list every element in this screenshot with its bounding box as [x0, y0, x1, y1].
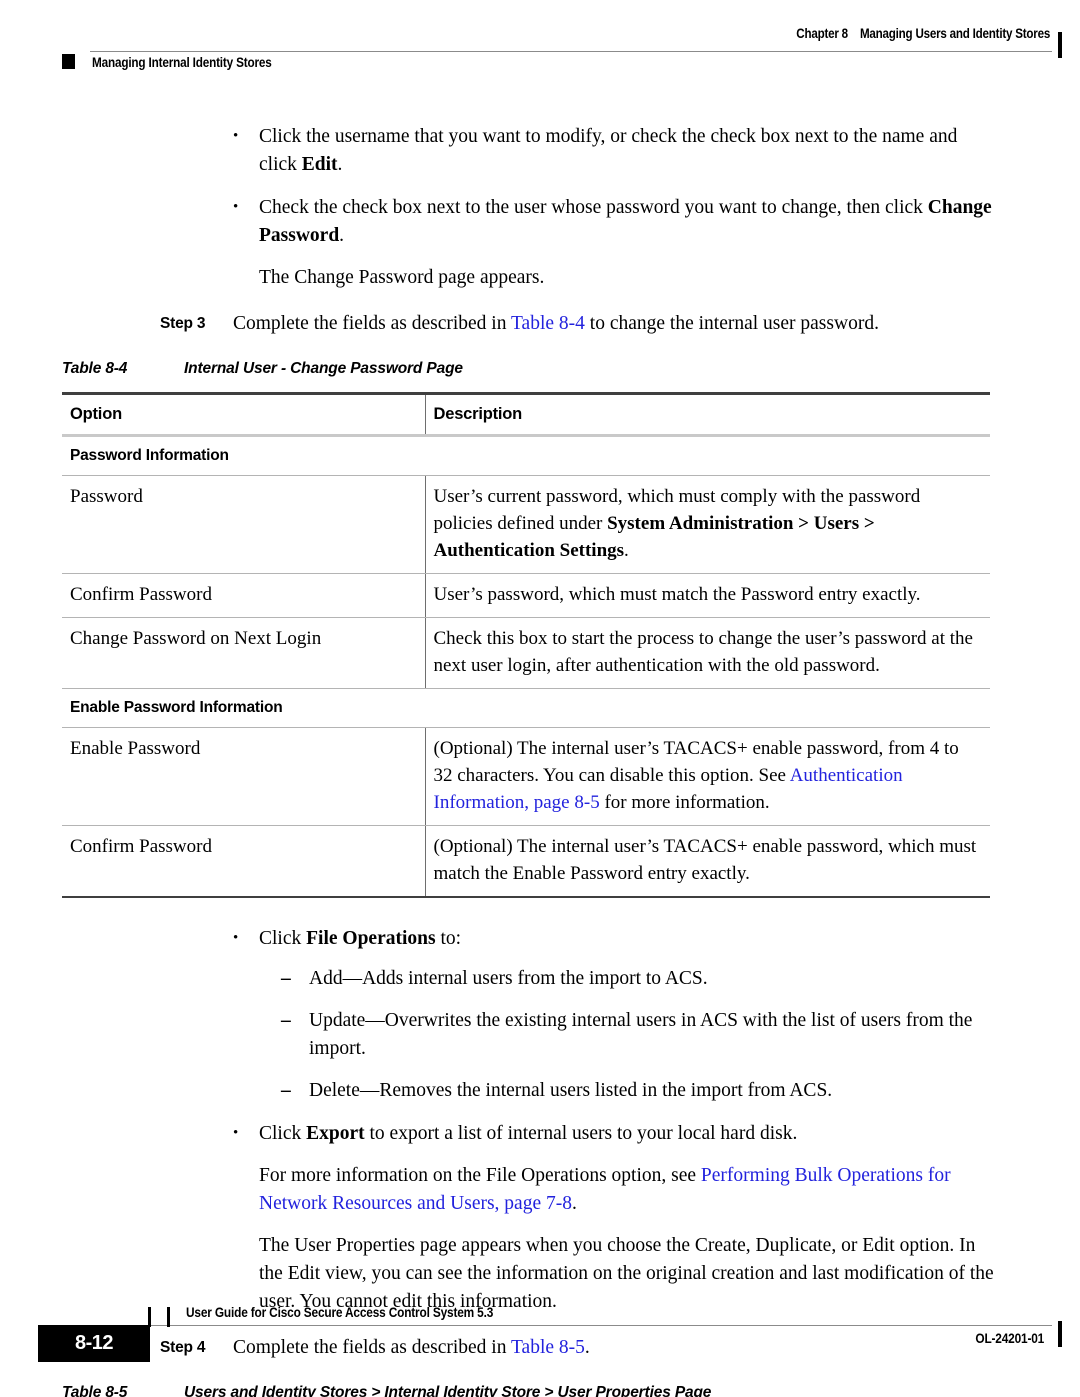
dash-item-add: Add—Adds internal users from the import …: [281, 965, 998, 993]
bullet-changepw-suffix: .: [339, 225, 345, 246]
export-bold: Export: [306, 1123, 365, 1144]
table-8-4-desc-confirm-enable-password: (Optional) The internal user’s TACACS+ e…: [425, 825, 990, 898]
bullet-export: Click Export to export a list of interna…: [233, 1119, 998, 1148]
table-8-4-col-description: Description: [425, 392, 990, 437]
table-8-4-option-change-password-next-login: Change Password on Next Login: [62, 617, 426, 689]
header-section-title: Managing Internal Identity Stores: [92, 55, 272, 70]
fileops-suffix: to:: [435, 928, 462, 949]
step-3-text-pre: Complete the fields as described in: [233, 313, 511, 334]
table-8-4-option-confirm-password: Confirm Password: [62, 573, 426, 618]
bullet-file-operations: Click File Operations to:: [233, 924, 998, 953]
table-8-4-col-option: Option: [62, 392, 426, 437]
bullet-edit-suffix: .: [337, 154, 343, 175]
table-8-4-header-row: Option Description: [62, 392, 990, 437]
table-8-5-caption: Table 8-5 Users and Identity Stores > Int…: [62, 1384, 1080, 1397]
footer-tick-left-b: [167, 1307, 170, 1327]
table-8-4-desc-enable-password: (Optional) The internal user’s TACACS+ e…: [425, 727, 990, 826]
table-8-4-option-enable-password: Enable Password: [62, 727, 426, 826]
fileops-pre: Click: [259, 928, 307, 949]
footer-tick-mark: [1058, 1321, 1062, 1347]
running-footer: User Guide for Cisco Secure Access Contr…: [0, 1299, 1080, 1362]
table-8-4-title: Internal User - Change Password Page: [184, 360, 463, 377]
table-8-4-option-confirm-enable-password: Confirm Password: [62, 825, 426, 898]
changepassword-appears-text: The Change Password page appears.: [259, 267, 545, 288]
running-header: Chapter 8 Managing Users and Identity Sto…: [0, 26, 1080, 86]
bullet-change-password: Check the check box next to the user who…: [233, 193, 998, 250]
footer-guide-title: User Guide for Cisco Secure Access Contr…: [186, 1305, 494, 1320]
table-8-4-desc-confirm-password: User’s password, which must match the Pa…: [425, 573, 990, 618]
bulkops-suffix: .: [572, 1193, 577, 1214]
header-chapter-title: Managing Users and Identity Stores: [859, 26, 1050, 41]
table-8-4-wrapper: Table 8-4 Internal User - Change Password…: [0, 360, 1080, 898]
paragraph-bulk-operations: For more information on the File Operati…: [259, 1162, 998, 1218]
desc-post: .: [624, 540, 629, 561]
table-8-4-section-enable-password-information: Enable Password Information: [62, 688, 990, 728]
fileops-bold: File Operations: [306, 928, 436, 949]
footer-page-number: 8-12: [74, 1332, 114, 1354]
table-8-5-wrapper: Table 8-5 Users and Identity Stores > Int…: [0, 1384, 1080, 1397]
table-8-4: Option Description Password Information …: [62, 392, 990, 898]
dash-item-update: Update—Overwrites the existing internal …: [281, 1007, 998, 1063]
table-row: Confirm Password User’s password, which …: [62, 573, 990, 618]
header-rule: [90, 51, 1052, 52]
step-3-label: Step 3: [160, 315, 206, 332]
table-8-4-desc-password: User’s current password, which must comp…: [425, 475, 990, 574]
document-page: Chapter 8 Managing Users and Identity Sto…: [0, 0, 1080, 1397]
table-row: Enable Password (Optional) The internal …: [62, 727, 990, 826]
bullet-changepw-text: Check the check box next to the user who…: [259, 197, 928, 218]
table-8-4-number: Table 8-4: [62, 360, 128, 377]
table-8-4-desc-change-password-next-login: Check this box to start the process to c…: [425, 617, 990, 689]
footer-rule: [148, 1325, 1052, 1326]
table-row: Password User’s current password, which …: [62, 475, 990, 574]
bullet-click-edit: Click the username that you want to modi…: [233, 122, 998, 179]
section-marker-square-icon: [62, 54, 75, 69]
header-chapter-info: Chapter 8 Managing Users and Identity Sto…: [796, 26, 1050, 41]
header-chapter-number: Chapter 8: [796, 26, 848, 41]
table-8-4-option-password: Password: [62, 475, 426, 574]
bulkops-pre: For more information on the File Operati…: [259, 1165, 701, 1186]
table-8-4-section-label: Password Information: [62, 435, 990, 476]
step-3: Step 3 Complete the fields as described i…: [160, 310, 998, 338]
table-8-4-section-password-information: Password Information: [62, 435, 990, 476]
link-table-8-4[interactable]: Table 8-4: [511, 313, 585, 334]
export-suffix: to export a list of internal users to yo…: [364, 1123, 798, 1144]
dash-item-delete: Delete—Removes the internal users listed…: [281, 1077, 998, 1105]
table-row: Change Password on Next Login Check this…: [62, 617, 990, 689]
step-3-text-post: to change the internal user password.: [584, 313, 879, 334]
table-8-4-section-label-enable: Enable Password Information: [62, 688, 990, 728]
header-tick-mark: [1058, 32, 1062, 58]
table-8-5-title: Users and Identity Stores > Internal Ide…: [184, 1384, 712, 1397]
bullet-edit-text: Click the username that you want to modi…: [259, 126, 958, 175]
footer-tick-left-a: [148, 1307, 151, 1327]
bullet-edit-bold: Edit: [301, 154, 338, 175]
table-8-4-caption: Table 8-4 Internal User - Change Password…: [62, 360, 1080, 378]
desc-post: for more information.: [599, 792, 770, 813]
table-row: Confirm Password (Optional) The internal…: [62, 825, 990, 898]
footer-document-number: OL-24201-01: [975, 1331, 1044, 1346]
page-body: Click the username that you want to modi…: [0, 122, 1080, 1397]
table-8-5-number: Table 8-5: [62, 1384, 128, 1397]
export-pre: Click: [259, 1123, 307, 1144]
